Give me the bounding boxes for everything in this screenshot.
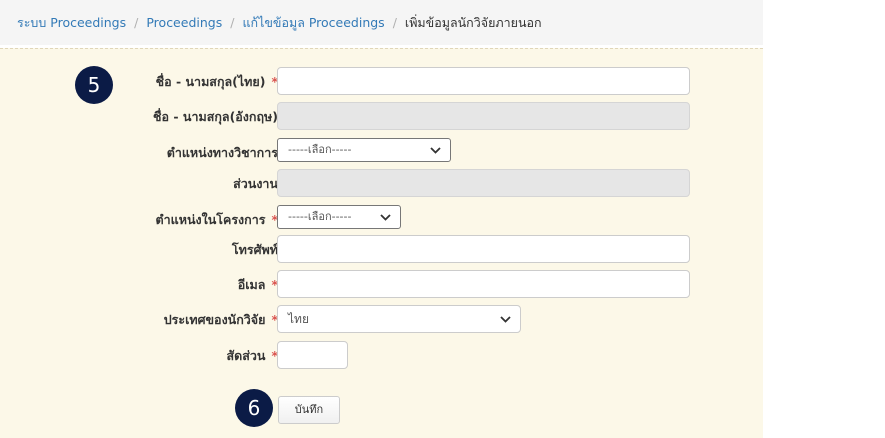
email-input[interactable] (277, 270, 690, 298)
breadcrumb-separator: / (230, 15, 235, 30)
form-row-name-th: ชื่อ - นามสกุล(ไทย) * (0, 67, 763, 101)
form-row-country: ประเทศของนักวิจัย * ไทย (0, 305, 763, 339)
breadcrumb-current: เพิ่มข้อมูลนักวิจัยภายนอก (404, 15, 542, 30)
phone-input[interactable] (277, 235, 690, 263)
breadcrumb-link-system[interactable]: ระบบ Proceedings (17, 15, 126, 30)
breadcrumb: ระบบ Proceedings / Proceedings / แก้ไขข้อมูล… (0, 0, 763, 45)
name-en-input (277, 102, 690, 130)
email-label: อีเมล * (237, 277, 278, 292)
breadcrumb-link-proceedings[interactable]: Proceedings (146, 15, 222, 30)
country-selected: ไทย (288, 312, 309, 326)
department-label: ส่วนงาน (233, 176, 278, 191)
ratio-label: สัดส่วน * (226, 348, 279, 363)
chevron-down-icon (498, 306, 512, 332)
breadcrumb-separator: / (392, 15, 397, 30)
breadcrumb-link-edit[interactable]: แก้ไขข้อมูล Proceedings (242, 15, 384, 30)
country-select[interactable]: ไทย (277, 305, 521, 333)
academic-position-label: ตำแหน่งทางวิชาการ (166, 145, 278, 160)
project-position-label: ตำแหน่งในโครงการ * (155, 212, 278, 227)
name-th-input[interactable] (277, 67, 690, 95)
form-row-department: ส่วนงาน (0, 169, 763, 203)
academic-position-select[interactable]: -----เลือก----- (277, 138, 451, 162)
chevron-down-icon (428, 139, 442, 161)
form-row-phone: โทรศัพท์ (0, 235, 763, 269)
academic-position-selected: -----เลือก----- (288, 143, 352, 156)
breadcrumb-separator: / (134, 15, 139, 30)
form-row-email: อีเมล * (0, 270, 763, 304)
save-button[interactable]: บันทึก (278, 396, 340, 424)
step-badge-5: 5 (75, 66, 113, 104)
name-th-label: ชื่อ - นามสกุล(ไทย) * (155, 74, 278, 89)
department-input (277, 169, 690, 197)
country-label: ประเทศของนักวิจัย * (163, 312, 278, 327)
chevron-down-icon (378, 206, 392, 228)
form-row-name-en: ชื่อ - นามสกุล(อังกฤษ) (0, 102, 763, 136)
form-row-academic-position: ตำแหน่งทางวิชาการ -----เลือก----- (0, 138, 763, 172)
form-panel: ชื่อ - นามสกุล(ไทย) * ชื่อ - นามสกุล(อังก… (0, 48, 763, 438)
phone-label: โทรศัพท์ (231, 242, 278, 257)
ratio-input[interactable] (277, 341, 348, 369)
step-badge-6: 6 (235, 389, 273, 427)
project-position-selected: -----เลือก----- (288, 210, 352, 223)
project-position-select[interactable]: -----เลือก----- (277, 205, 401, 229)
name-en-label: ชื่อ - นามสกุล(อังกฤษ) (153, 109, 278, 124)
form-row-project-position: ตำแหน่งในโครงการ * -----เลือก----- (0, 205, 763, 239)
form-row-ratio: สัดส่วน * (0, 341, 763, 375)
